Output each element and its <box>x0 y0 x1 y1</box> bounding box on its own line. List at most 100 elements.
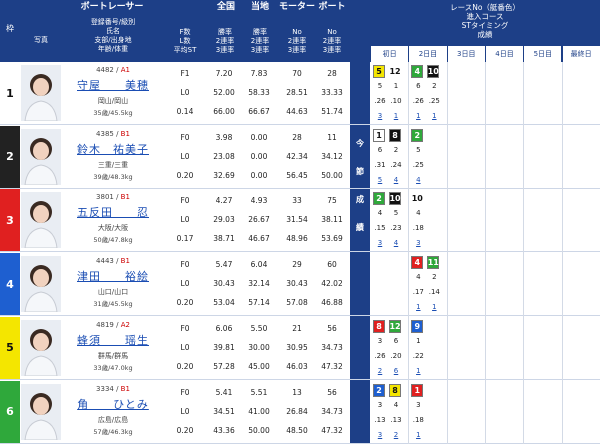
waku-number: 3 <box>0 189 20 252</box>
race-number-badge[interactable]: 10 <box>427 65 440 78</box>
racer-photo <box>21 319 61 376</box>
boat-value: 60 <box>327 260 337 270</box>
st-timing: .13 <box>390 415 402 424</box>
zenkoku-value: 66.00 <box>213 107 235 116</box>
st-timing: .18 <box>412 415 424 424</box>
finish-rank-link[interactable]: 6 <box>389 363 403 379</box>
racer-name-link[interactable]: 津田 裕絵 <box>64 268 162 284</box>
zenkoku-sub-heading: 勝率 2連率 3連率 <box>206 28 244 55</box>
racer-name-link[interactable]: 守屋 美穂 <box>64 77 162 93</box>
finish-rank-link[interactable]: 2 <box>373 363 387 379</box>
race-number-badge[interactable]: 10 <box>389 192 401 206</box>
racer-branch: 三重/三重 <box>97 160 129 169</box>
racer-name-link[interactable]: 鈴木 祐美子 <box>64 141 162 157</box>
racer-info: 4482 / A1 守屋 美穂 岡山/岡山 35歳/45.5kg <box>64 62 162 124</box>
racer-row: 2 4385 / B1 鈴木 祐美子 三重/三重 39歳/48.3kg F0 L0 0.20 3… <box>0 125 600 189</box>
motor-value: 29 <box>292 260 302 270</box>
fl-value: L0 <box>180 88 190 97</box>
race-number-badge[interactable]: 8 <box>389 128 401 142</box>
race-number-badge[interactable]: 2 <box>373 192 385 206</box>
racer-branch: 山口/山口 <box>97 288 129 297</box>
race-number-badge[interactable]: 8 <box>389 383 401 397</box>
racer-name-link[interactable]: 蜂須 瑶生 <box>64 332 162 348</box>
finish-rank-link[interactable]: 3 <box>373 427 387 443</box>
day-header-6: 最終日 <box>562 46 600 62</box>
race-number-badge[interactable]: 8 <box>373 319 385 333</box>
entry-course: 3 <box>377 336 383 345</box>
race-number-badge[interactable]: 12 <box>389 65 401 78</box>
touchi-value: 0.00 <box>250 151 268 161</box>
zenkoku-value: 29.03 <box>213 215 235 225</box>
entry-course: 4 <box>416 209 421 218</box>
zenkoku-sub-line: 3連率 <box>215 46 235 54</box>
touchi-value: 26.67 <box>248 215 270 225</box>
motor-value: 26.84 <box>286 406 308 416</box>
boat-racer-heading: ボートレーサー <box>80 2 144 12</box>
racer-branch: 群馬/群馬 <box>97 351 129 360</box>
race-number-badge[interactable]: 12 <box>389 319 401 333</box>
racer-name-link[interactable]: 五反田 忍 <box>64 204 162 220</box>
results-title: レースNo（艇番色） 進入コース STタイミング 成績 <box>370 3 600 39</box>
finish-rank-link[interactable]: 1 <box>411 108 425 124</box>
zenkoku-value: 23.08 <box>213 151 235 161</box>
touchi-value: 4.93 <box>250 196 268 206</box>
finish-rank-link[interactable]: 1 <box>411 427 425 443</box>
registration-number: 3801 / B1 <box>64 193 162 201</box>
finish-rank-link[interactable]: 3 <box>373 108 387 124</box>
fl-value: F0 <box>180 387 190 397</box>
zenkoku-sub-line: 2連率 <box>215 37 235 45</box>
race-number-badge[interactable]: 1 <box>411 383 424 397</box>
motor-sub-line: No <box>292 28 302 36</box>
racer-class: B1 <box>120 129 130 138</box>
finish-rank-link[interactable]: 1 <box>427 108 441 124</box>
race-number-badge[interactable]: 9 <box>411 319 424 333</box>
motor-value: 21 <box>292 323 302 333</box>
finish-rank-link[interactable]: 1 <box>411 363 425 379</box>
racer-class: A1 <box>120 66 130 74</box>
racer-row: 3 3801 / B1 五反田 忍大阪/大阪 50歳/47.8kg F0 L0 0.17 4.… <box>0 189 600 253</box>
racer-branch: 広島/広島 <box>97 415 129 424</box>
entry-course: 6 <box>377 145 383 154</box>
finish-rank-link[interactable]: 4 <box>389 172 403 188</box>
finish-rank-link[interactable]: 1 <box>389 108 403 124</box>
finish-rank-link[interactable]: 3 <box>411 235 425 251</box>
racer-info-heading: 登録番号/級別 氏名 支部/出身地 年齢/体重 <box>64 18 162 54</box>
fl-value: F0 <box>180 196 190 206</box>
race-number-badge[interactable]: 10 <box>411 192 424 206</box>
finish-rank-link[interactable]: 2 <box>389 427 403 443</box>
finish-rank-link[interactable]: 4 <box>389 235 403 251</box>
day-divider <box>484 62 486 444</box>
race-number-badge[interactable]: 2 <box>411 128 424 142</box>
finish-rank-link[interactable]: 1 <box>427 299 441 315</box>
waku-number: 5 <box>0 316 20 379</box>
race-number-badge[interactable]: 2 <box>373 383 385 397</box>
fl-value: L0 <box>180 342 190 352</box>
st-timing: .10 <box>390 97 402 105</box>
race-number-badge[interactable]: 11 <box>427 256 440 270</box>
info-heading-line: 年齢/体重 <box>97 45 129 53</box>
motor-value: 28.51 <box>286 88 308 97</box>
zenkoku-heading: 全国 <box>216 2 235 12</box>
boat-sub-line: 3連率 <box>322 46 342 54</box>
motor-value: 33 <box>292 196 302 206</box>
waku-number: 2 <box>0 125 20 188</box>
entry-course: 6 <box>416 82 421 90</box>
zenkoku-value: 3.98 <box>215 132 233 142</box>
motor-value: 57.08 <box>286 298 308 308</box>
racer-name-link[interactable]: 角 ひとみ <box>64 396 162 412</box>
racer-info: 4385 / B1 鈴木 祐美子 三重/三重 39歳/48.3kg <box>64 126 162 188</box>
finish-rank-link[interactable]: 4 <box>411 172 425 188</box>
race-number-badge[interactable]: 5 <box>373 65 385 78</box>
race-number-badge[interactable]: 4 <box>411 65 424 78</box>
zenkoku-value: 39.81 <box>213 342 235 352</box>
finish-rank-link[interactable]: 1 <box>411 299 425 315</box>
racer-photo <box>21 256 61 313</box>
fl-heading-line: F数 <box>179 28 191 36</box>
motor-value: 31.54 <box>286 215 308 225</box>
day-divider <box>408 62 410 444</box>
race-number-badge[interactable]: 4 <box>411 256 424 270</box>
touchi-heading: 当地 <box>250 2 269 12</box>
race-number-badge[interactable]: 1 <box>373 128 385 142</box>
finish-rank-link[interactable]: 5 <box>373 172 387 188</box>
finish-rank-link[interactable]: 3 <box>373 235 387 251</box>
